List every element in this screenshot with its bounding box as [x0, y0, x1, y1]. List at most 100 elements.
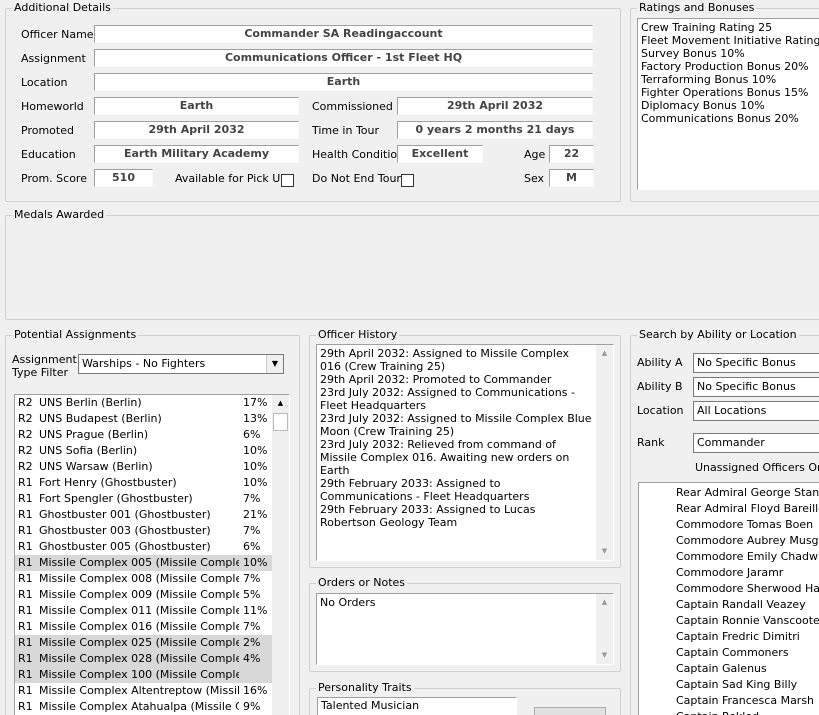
assignment-row[interactable]: R1 Missile Complex 009 (Missile Complex) 5…: [15, 587, 272, 603]
chevron-down-icon[interactable]: ▼: [266, 355, 283, 373]
assignment-row[interactable]: R1 Ghostbuster 005 (Ghostbuster) 6%: [15, 539, 272, 555]
scroll-up-icon[interactable]: ▲: [272, 395, 289, 412]
assignment-row[interactable]: R1 Ghostbuster 001 (Ghostbuster) 21%: [15, 507, 272, 523]
assignment-rank: R1: [18, 476, 33, 489]
education-field[interactable]: Earth Military Academy: [94, 145, 299, 163]
assignment-rank: R2: [18, 460, 33, 473]
location-select[interactable]: All Locations: [693, 401, 819, 421]
officer-row[interactable]: Commodore Tomas Boen: [639, 517, 819, 533]
ratings-list[interactable]: Crew Training Rating 25 Fleet Movement In…: [637, 18, 819, 190]
commissioned-field[interactable]: 29th April 2032: [397, 97, 593, 115]
assignment-row[interactable]: R2 UNS Berlin (Berlin) 17%: [15, 395, 272, 411]
officer-row[interactable]: Commodore Emily Chadwick: [639, 549, 819, 565]
officer-row[interactable]: Rear Admiral Floyd Bareilles: [639, 501, 819, 517]
time-in-tour-field[interactable]: 0 years 2 months 21 days: [397, 121, 593, 139]
trait-item[interactable]: Talented Musician: [321, 699, 513, 713]
scroll-down-icon[interactable]: ▼: [596, 543, 613, 560]
assignment-name: Missile Complex Atahualpa (Missile Compl…: [39, 700, 239, 713]
location-field[interactable]: Earth: [94, 73, 593, 91]
officer-row[interactable]: Captain Fredric Dimitri: [639, 629, 819, 645]
officer-row[interactable]: Captain Sad King Billy: [639, 677, 819, 693]
medals-group: Medals Awarded: [5, 208, 819, 320]
officer-history-text[interactable]: 29th April 2032: Assigned to Missile Com…: [316, 344, 614, 561]
officer-row[interactable]: Captain Galenus: [639, 661, 819, 677]
scroll-up-icon[interactable]: ▲: [596, 345, 613, 362]
sex-field[interactable]: M: [549, 169, 594, 187]
assignment-name: Missile Complex 005 (Missile Complex): [39, 556, 239, 569]
rating-item[interactable]: Diplomacy Bonus 10%: [641, 99, 819, 112]
officer-row[interactable]: Captain Commoners: [639, 645, 819, 661]
officer-row[interactable]: Commodore Sherwood Haehn: [639, 581, 819, 597]
assignment-row[interactable]: R1 Missile Complex 005 (Missile Complex) 1…: [15, 555, 272, 571]
assignment-row[interactable]: R1 Ghostbuster 003 (Ghostbuster) 7%: [15, 523, 272, 539]
assignment-name: Ghostbuster 003 (Ghostbuster): [39, 524, 211, 537]
assignment-type-filter[interactable]: Warships - No Fighters ▼: [78, 354, 284, 374]
filter-label: Assignment Type Filter: [12, 353, 77, 379]
scroll-down-icon[interactable]: ▼: [596, 647, 613, 664]
assignment-row[interactable]: R1 Missile Complex 011 (Missile Complex) 1…: [15, 603, 272, 619]
rating-item[interactable]: Survey Bonus 10%: [641, 47, 819, 60]
rank-select[interactable]: Commander: [693, 433, 819, 453]
officers-list[interactable]: Rear Admiral George StansberRear Admiral…: [638, 482, 819, 715]
assignment-row[interactable]: R1 Missile Complex 025 (Missile Complex) 2…: [15, 635, 272, 651]
health-field[interactable]: Excellent: [397, 145, 483, 163]
homeworld-field[interactable]: Earth: [94, 97, 299, 115]
age-field[interactable]: 22: [549, 145, 594, 163]
assignment-row[interactable]: R1 Missile Complex 028 (Missile Complex) 4…: [15, 651, 272, 667]
rating-item[interactable]: Fighter Operations Bonus 15%: [641, 86, 819, 99]
rating-item[interactable]: Crew Training Rating 25: [641, 21, 819, 34]
assignment-row[interactable]: R1 Missile Complex Atahualpa (Missile Com…: [15, 699, 272, 715]
assignment-name: UNS Sofia (Berlin): [39, 444, 138, 457]
assignment-row[interactable]: R1 Missile Complex 016 (Missile Complex) 7…: [15, 619, 272, 635]
potential-scrollbar[interactable]: ▲: [272, 395, 289, 715]
officer-row[interactable]: Captain Rekled: [639, 709, 819, 715]
traits-button[interactable]: [534, 707, 606, 715]
rating-item[interactable]: Fleet Movement Initiative Rating 300: [641, 34, 819, 47]
ability-a-select[interactable]: No Specific Bonus: [693, 353, 819, 373]
officer-row[interactable]: Captain Randall Veazey: [639, 597, 819, 613]
officer-name-field[interactable]: Commander SA Readingaccount: [94, 25, 593, 43]
assignment-rank: R1: [18, 492, 33, 505]
history-scrollbar[interactable]: ▲ ▼: [596, 345, 613, 560]
promoted-field[interactable]: 29th April 2032: [94, 121, 299, 139]
rating-item[interactable]: Terraforming Bonus 10%: [641, 73, 819, 86]
assignment-percent: 21%: [243, 508, 268, 521]
assignment-row[interactable]: R1 Missile Complex Altentreptow (Missile …: [15, 683, 272, 699]
assignment-name: UNS Warsaw (Berlin): [39, 460, 153, 473]
rating-item[interactable]: Factory Production Bonus 20%: [641, 60, 819, 73]
officer-row[interactable]: Commodore Jaramr: [639, 565, 819, 581]
officer-row[interactable]: Commodore Aubrey Musgrove: [639, 533, 819, 549]
assignment-row[interactable]: R2 UNS Sofia (Berlin) 10%: [15, 443, 272, 459]
assignment-name: Fort Spengler (Ghostbuster): [39, 492, 193, 505]
ability-b-value: No Specific Bonus: [697, 380, 796, 393]
assignment-name: UNS Budapest (Berlin): [39, 412, 162, 425]
not-end-tour-checkbox[interactable]: [401, 174, 414, 187]
prom-score-field[interactable]: 510: [94, 169, 153, 187]
ability-b-select[interactable]: No Specific Bonus: [693, 377, 819, 397]
scroll-up-icon[interactable]: ▲: [596, 594, 613, 611]
assignment-rank: R1: [18, 636, 33, 649]
orders-scrollbar[interactable]: ▲ ▼: [596, 594, 613, 664]
assignment-row[interactable]: R2 UNS Budapest (Berlin) 13%: [15, 411, 272, 427]
potential-assignments-list[interactable]: R2 UNS Berlin (Berlin) 17% R2 UNS Budapest (…: [14, 394, 290, 715]
officer-row[interactable]: Captain Francesca Marsh: [639, 693, 819, 709]
rank-label: Rank: [637, 436, 665, 449]
assignment-percent: 7%: [243, 572, 261, 585]
orders-text[interactable]: No Orders ▲ ▼: [316, 593, 614, 665]
rating-item[interactable]: Communications Bonus 20%: [641, 112, 819, 125]
assignment-row[interactable]: R1 Missile Complex 100 (Missile Complex): [15, 667, 272, 683]
assignment-rank: R2: [18, 412, 33, 425]
pickup-checkbox[interactable]: [281, 174, 294, 187]
assignment-row[interactable]: R1 Missile Complex 008 (Missile Complex) 7…: [15, 571, 272, 587]
assignment-row[interactable]: R2 UNS Warsaw (Berlin) 10%: [15, 459, 272, 475]
traits-list[interactable]: Talented Musician: [317, 697, 517, 715]
assignment-field[interactable]: Communications Officer - 1st Fleet HQ: [94, 49, 593, 67]
assignment-row[interactable]: R1 Fort Spengler (Ghostbuster) 7%: [15, 491, 272, 507]
assignment-row[interactable]: R2 UNS Prague (Berlin) 6%: [15, 427, 272, 443]
assignment-name: Missile Complex 009 (Missile Complex): [39, 588, 239, 601]
prom-score-label: Prom. Score: [21, 172, 87, 185]
officer-row[interactable]: Captain Ronnie Vanscooter: [639, 613, 819, 629]
officer-row[interactable]: Rear Admiral George Stansber: [639, 485, 819, 501]
assignment-row[interactable]: R1 Fort Henry (Ghostbuster) 10%: [15, 475, 272, 491]
scroll-thumb[interactable]: [273, 413, 288, 431]
